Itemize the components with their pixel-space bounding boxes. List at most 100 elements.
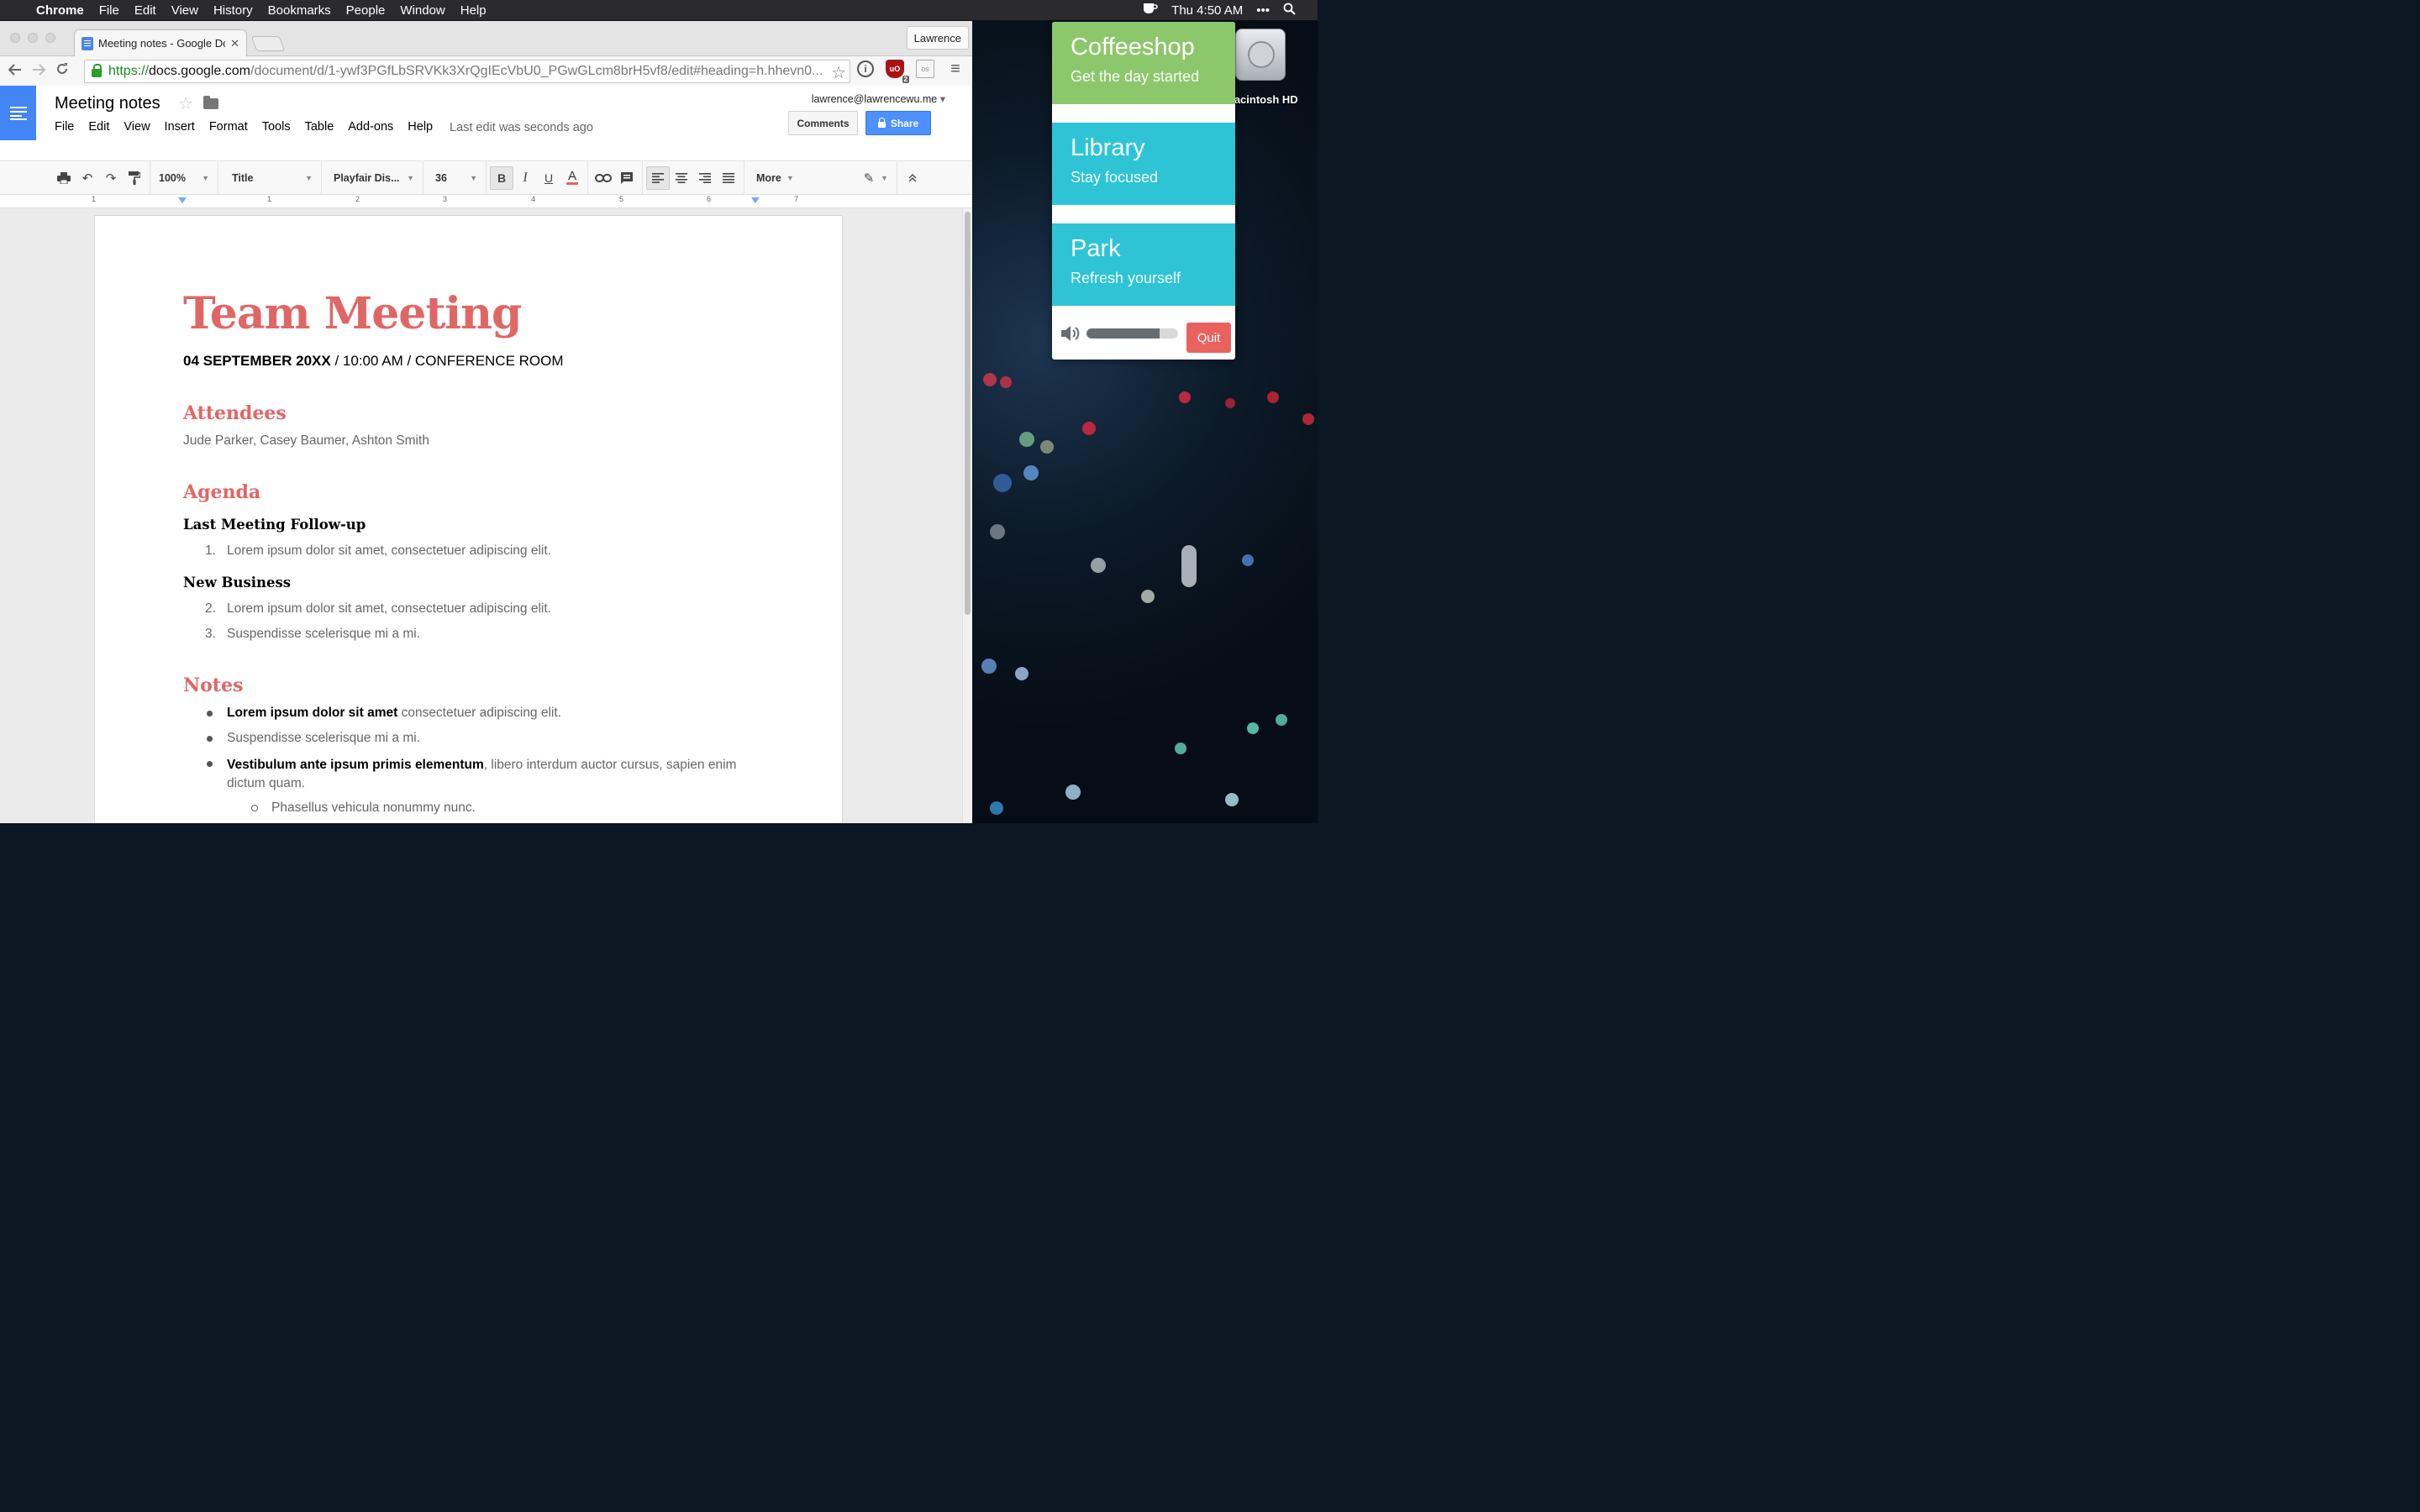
chevron-down-icon[interactable]: ▼ — [881, 174, 888, 182]
font-dropdown[interactable]: Playfair Dis... ▼ — [329, 166, 419, 190]
notes-bullet-item[interactable]: Vestibulum ante ipsum primis elementum, … — [207, 756, 739, 793]
docs-menu-insert[interactable]: Insert — [165, 120, 195, 134]
park-card[interactable]: Park Refresh yourself — [1052, 223, 1235, 306]
bold-button[interactable]: B — [490, 165, 513, 190]
align-center-icon[interactable] — [670, 166, 693, 190]
wallpaper-bokeh — [1065, 785, 1081, 800]
agenda-list-item[interactable]: 1. Lorem ipsum dolor sit amet, consectetu… — [205, 543, 551, 559]
notes-sub-bullet-item[interactable]: Phasellus vehicula nonummy nunc. — [251, 801, 476, 816]
docs-menu-addons[interactable]: Add-ons — [348, 120, 393, 134]
last-edit-status[interactable]: Last edit was seconds ago — [450, 121, 593, 134]
justify-icon[interactable] — [717, 166, 740, 190]
menubar-view[interactable]: View — [164, 3, 206, 18]
document-page[interactable]: Team Meeting 04 SEPTEMBER 20XX / 10:00 A… — [95, 216, 842, 823]
secure-lock-icon[interactable] — [92, 64, 102, 77]
underline-button[interactable]: U — [537, 166, 560, 190]
scrollbar-thumb[interactable] — [965, 212, 971, 615]
docs-menu-help[interactable]: Help — [408, 120, 433, 134]
address-bar[interactable]: https://docs.google.com/document/d/1-ywf… — [84, 60, 850, 83]
agenda-heading[interactable]: Agenda — [183, 481, 260, 503]
menubar-help[interactable]: Help — [453, 3, 494, 18]
tab-close-icon[interactable]: ✕ — [230, 37, 239, 50]
notes-heading[interactable]: Notes — [183, 675, 243, 696]
paint-format-icon[interactable] — [123, 166, 146, 190]
docs-menu-edit[interactable]: Edit — [88, 120, 109, 134]
undo-icon[interactable]: ↶ — [76, 166, 99, 190]
back-arrow-icon[interactable] — [3, 62, 27, 80]
menubar-edit[interactable]: Edit — [127, 3, 164, 18]
menubar-file[interactable]: File — [92, 3, 127, 18]
link-icon[interactable] — [592, 166, 615, 190]
quit-button[interactable]: Quit — [1186, 323, 1231, 353]
doc-subtitle[interactable]: 04 SEPTEMBER 20XX / 10:00 AM / CONFERENC… — [183, 353, 564, 370]
menubar-people[interactable]: People — [339, 3, 393, 18]
bullet-dot-icon — [207, 711, 213, 717]
notes-bullet-item[interactable]: Suspendisse scelerisque mi a mi. — [207, 731, 420, 746]
docs-menu-format[interactable]: Format — [209, 120, 248, 134]
volume-slider[interactable] — [1086, 328, 1178, 339]
italic-button[interactable]: I — [513, 166, 537, 190]
window-minimize-button[interactable] — [28, 33, 38, 43]
paragraph-style-dropdown[interactable]: Title ▼ — [227, 166, 318, 190]
new-tab-button[interactable] — [250, 36, 286, 51]
reload-icon[interactable] — [50, 62, 74, 80]
docs-menu-tools[interactable]: Tools — [262, 120, 291, 134]
os-extension-icon[interactable]: os — [916, 60, 934, 78]
bookmark-star-icon[interactable]: ☆ — [828, 62, 846, 82]
info-extension-icon[interactable]: i — [857, 60, 874, 77]
insert-comment-icon[interactable] — [615, 166, 639, 190]
document-title[interactable]: Meeting notes — [55, 94, 160, 113]
browser-tab-active[interactable]: Meeting notes - Google Docs ✕ — [74, 29, 247, 56]
align-right-icon[interactable] — [693, 166, 717, 190]
notes-bullet-item[interactable]: Lorem ipsum dolor sit amet consectetuer … — [207, 706, 561, 721]
editing-mode-pencil-icon[interactable]: ✎ — [857, 166, 881, 190]
print-icon[interactable] — [52, 166, 76, 190]
attendees-text[interactable]: Jude Parker, Casey Baumer, Ashton Smith — [183, 433, 429, 449]
align-left-icon[interactable] — [646, 165, 670, 190]
coffee-cup-icon[interactable] — [1143, 3, 1158, 18]
account-switcher[interactable]: lawrence@lawrencewu.me — [812, 92, 945, 105]
profile-button[interactable]: Lawrence — [906, 26, 969, 50]
font-size-dropdown[interactable]: 36 ▼ — [430, 166, 482, 190]
speaker-volume-icon[interactable] — [1060, 324, 1081, 343]
left-indent-marker[interactable] — [178, 197, 187, 203]
window-zoom-button[interactable] — [45, 33, 55, 43]
move-to-folder-icon[interactable] — [203, 96, 218, 109]
menubar-app-name[interactable]: Chrome — [29, 3, 92, 18]
agenda-list-item[interactable]: 2. Lorem ipsum dolor sit amet, consectetu… — [205, 601, 551, 617]
menubar-window[interactable]: Window — [392, 3, 452, 18]
redo-icon[interactable]: ↷ — [99, 166, 123, 190]
comments-button[interactable]: Comments — [788, 111, 858, 135]
agenda-subheading-followup[interactable]: Last Meeting Follow-up — [183, 517, 366, 533]
docs-menu-file[interactable]: File — [55, 120, 74, 134]
agenda-list-item[interactable]: 3. Suspendisse scelerisque mi a mi. — [205, 627, 420, 642]
forward-arrow-icon[interactable] — [27, 62, 50, 80]
chrome-menu-icon[interactable]: ≡ — [946, 60, 965, 78]
star-document-icon[interactable]: ☆ — [178, 93, 193, 114]
more-dots-icon[interactable]: ••• — [1256, 3, 1270, 18]
document-canvas[interactable]: Team Meeting 04 SEPTEMBER 20XX / 10:00 A… — [0, 208, 962, 823]
menubar-bookmarks[interactable]: Bookmarks — [260, 3, 339, 18]
more-dropdown[interactable]: More ▼ — [751, 166, 798, 190]
hard-drive-label[interactable]: Macintosh HD — [1225, 93, 1298, 106]
attendees-heading[interactable]: Attendees — [183, 402, 287, 424]
zoom-dropdown[interactable]: 100% ▼ — [154, 166, 214, 190]
menubar-history[interactable]: History — [206, 3, 260, 18]
share-button[interactable]: Share — [865, 111, 931, 135]
right-indent-marker[interactable] — [751, 197, 760, 203]
docs-menu-table[interactable]: Table — [305, 120, 334, 134]
agenda-subheading-new-business[interactable]: New Business — [183, 575, 291, 591]
docs-home-logo-icon[interactable] — [0, 86, 36, 140]
menubar-clock[interactable]: Thu 4:50 AM — [1171, 3, 1243, 18]
docs-menu-view[interactable]: View — [124, 120, 150, 134]
text-color-button[interactable]: A — [560, 166, 584, 190]
hard-drive-icon[interactable] — [1235, 29, 1286, 81]
coffeeshop-card[interactable]: Coffeeshop Get the day started — [1052, 22, 1235, 104]
window-close-button[interactable] — [10, 33, 20, 43]
collapse-toolbar-icon[interactable] — [901, 166, 924, 190]
ublock-extension-icon[interactable]: uO 2 — [886, 60, 909, 83]
spotlight-search-icon[interactable] — [1283, 3, 1296, 18]
library-card[interactable]: Library Stay focused — [1052, 123, 1235, 205]
vertical-scrollbar[interactable] — [962, 208, 972, 823]
doc-title-heading[interactable]: Team Meeting — [183, 288, 522, 339]
